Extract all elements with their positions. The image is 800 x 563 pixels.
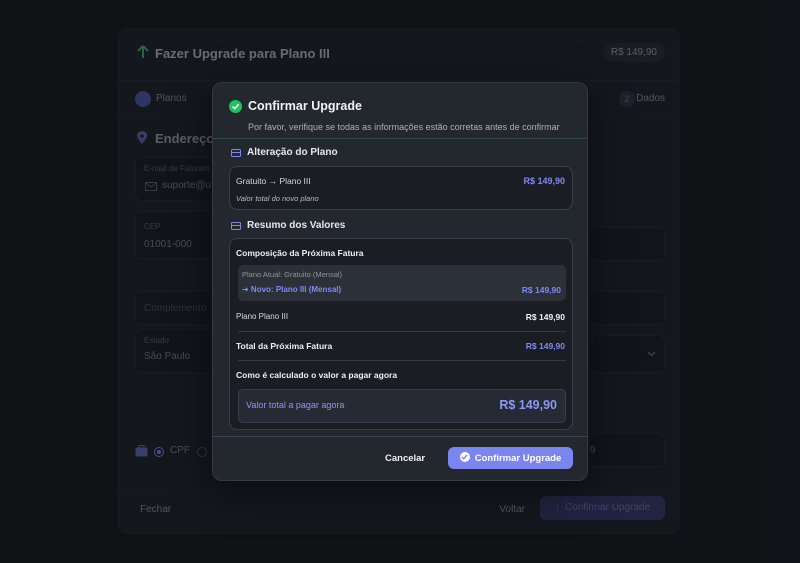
total-price: R$ 149,90 [525,341,565,351]
summary-heading: Resumo dos Valores [247,220,346,231]
plan-change-price: R$ 149,90 [523,176,565,186]
current-plan: Plano Atual: Gratuito (Mensal) [242,270,343,279]
modal-title: Confirmar Upgrade [248,99,362,113]
plan-change-note: Valor total do novo plano [236,194,319,203]
composition-title: Composição da Próxima Fatura [236,248,364,258]
credit-card-icon [231,222,241,230]
plan-comparison: Plano Atual: Gratuito (Mensal) ➜ Novo: P… [238,265,566,301]
divider [238,360,566,361]
cancel-button[interactable]: Cancelar [385,453,425,464]
confirm-upgrade-button[interactable]: Confirmar Upgrade [448,447,573,469]
modal-footer: Cancelar Confirmar Upgrade [213,436,587,480]
check-circle-icon [459,452,470,462]
calc-title: Como é calculado o valor a pagar agora [236,370,398,380]
modal-header: Confirmar Upgrade Por favor, verifique s… [213,83,587,139]
divider [238,331,566,332]
plan-change-box: Gratuito → Plano III R$ 149,90 Valor tot… [229,166,573,210]
confirm-upgrade-label: Confirmar Upgrade [474,453,562,464]
plan-change-heading: Alteração do Plano [247,147,338,158]
new-plan: ➜ Novo: Plano III (Mensal) [242,285,342,294]
credit-card-icon [231,149,241,157]
confirm-upgrade-modal: Confirmar Upgrade Por favor, verifique s… [212,82,588,481]
line-item-label: Plano Plano III [236,312,289,321]
plan-transition: Gratuito → Plano III [236,176,311,186]
line-item-price: R$ 149,90 [525,312,565,322]
summary-box: Composição da Próxima Fatura Plano Atual… [229,238,573,430]
success-check-icon [229,100,242,113]
pay-now-value: R$ 149,90 [499,398,557,412]
pay-now-label: Valor total a pagar agora [246,400,345,410]
new-plan-price: R$ 149,90 [521,285,561,295]
modal-subtitle: Por favor, verifique se todas as informa… [248,122,560,132]
total-label: Total da Próxima Fatura [236,341,333,351]
pay-now-box: Valor total a pagar agora R$ 149,90 [238,389,566,423]
